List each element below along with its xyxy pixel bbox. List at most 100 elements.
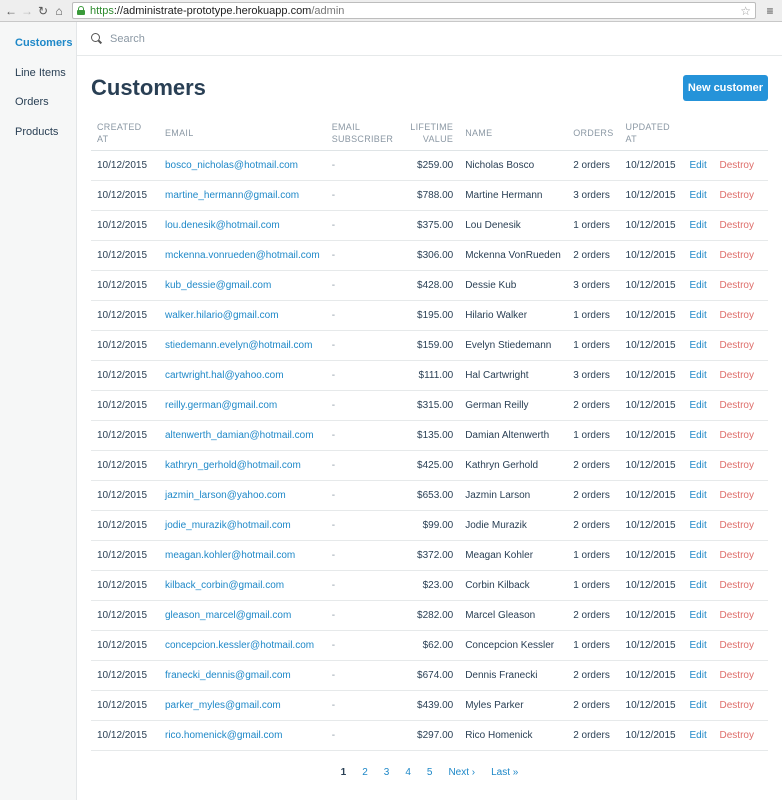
destroy-link[interactable]: Destroy [720, 460, 754, 471]
destroy-link[interactable]: Destroy [720, 550, 754, 561]
edit-link[interactable]: Edit [690, 220, 707, 231]
email-link[interactable]: altenwerth_damian@hotmail.com [165, 430, 314, 441]
destroy-link[interactable]: Destroy [720, 190, 754, 201]
page-link-3[interactable]: 3 [384, 767, 390, 778]
destroy-link[interactable]: Destroy [720, 490, 754, 501]
table-row[interactable]: 10/12/2015 gleason_marcel@gmail.com - $282.… [91, 600, 768, 631]
destroy-link[interactable]: Destroy [720, 430, 754, 441]
reload-icon[interactable]: ↻ [36, 4, 50, 18]
edit-link[interactable]: Edit [690, 580, 707, 591]
bookmark-star-icon[interactable]: ☆ [740, 4, 751, 18]
table-row[interactable]: 10/12/2015 cartwright.hal@yahoo.com - $111.… [91, 360, 768, 391]
email-link[interactable]: stiedemann.evelyn@hotmail.com [165, 340, 312, 351]
edit-link[interactable]: Edit [690, 430, 707, 441]
page-link-2[interactable]: 2 [362, 767, 368, 778]
email-link[interactable]: meagan.kohler@hotmail.com [165, 550, 295, 561]
home-icon[interactable]: ⌂ [52, 4, 66, 18]
email-link[interactable]: rico.homenick@gmail.com [165, 730, 282, 741]
column-header-lifetime-value[interactable]: LIFETIME VALUE [399, 116, 460, 151]
destroy-link[interactable]: Destroy [720, 640, 754, 651]
email-link[interactable]: parker_myles@gmail.com [165, 700, 281, 711]
table-row[interactable]: 10/12/2015 meagan.kohler@hotmail.com - $372… [91, 540, 768, 571]
edit-link[interactable]: Edit [690, 730, 707, 741]
edit-link[interactable]: Edit [690, 490, 707, 501]
table-row[interactable]: 10/12/2015 kathryn_gerhold@hotmail.com - $4… [91, 450, 768, 481]
destroy-link[interactable]: Destroy [720, 370, 754, 381]
destroy-link[interactable]: Destroy [720, 310, 754, 321]
destroy-link[interactable]: Destroy [720, 520, 754, 531]
sidebar-item-orders[interactable]: Orders [0, 95, 76, 125]
email-link[interactable]: concepcion.kessler@hotmail.com [165, 640, 314, 651]
sidebar-item-customers[interactable]: Customers [0, 36, 76, 66]
destroy-link[interactable]: Destroy [720, 580, 754, 591]
table-row[interactable]: 10/12/2015 jodie_murazik@hotmail.com - $99.… [91, 510, 768, 541]
address-bar[interactable]: https://administrate-prototype.herokuapp… [72, 2, 756, 19]
destroy-link[interactable]: Destroy [720, 400, 754, 411]
table-row[interactable]: 10/12/2015 stiedemann.evelyn@hotmail.com -… [91, 330, 768, 361]
edit-link[interactable]: Edit [690, 310, 707, 321]
email-link[interactable]: bosco_nicholas@hotmail.com [165, 160, 298, 171]
column-header-email[interactable]: EMAIL [159, 116, 326, 151]
sidebar-item-line-items[interactable]: Line Items [0, 66, 76, 96]
column-header-created-at[interactable]: CREATED AT [91, 116, 159, 151]
destroy-link[interactable]: Destroy [720, 670, 754, 681]
sidebar-item-products[interactable]: Products [0, 125, 76, 155]
destroy-link[interactable]: Destroy [720, 340, 754, 351]
edit-link[interactable]: Edit [690, 610, 707, 621]
page-link-5[interactable]: 5 [427, 767, 433, 778]
edit-link[interactable]: Edit [690, 670, 707, 681]
page-link-4[interactable]: 4 [405, 767, 411, 778]
next-page-link[interactable]: Next › [448, 767, 475, 778]
email-link[interactable]: lou.denesik@hotmail.com [165, 220, 280, 231]
table-row[interactable]: 10/12/2015 kilback_corbin@gmail.com - $23.0… [91, 570, 768, 601]
email-link[interactable]: gleason_marcel@gmail.com [165, 610, 291, 621]
forward-arrow-icon[interactable]: → [20, 4, 34, 18]
table-row[interactable]: 10/12/2015 lou.denesik@hotmail.com - $375.0… [91, 210, 768, 241]
edit-link[interactable]: Edit [690, 370, 707, 381]
table-row[interactable]: 10/12/2015 rico.homenick@gmail.com - $297.0… [91, 720, 768, 751]
table-row[interactable]: 10/12/2015 altenwerth_damian@hotmail.com -… [91, 420, 768, 451]
email-link[interactable]: cartwright.hal@yahoo.com [165, 370, 284, 381]
table-row[interactable]: 10/12/2015 mckenna.vonrueden@hotmail.com -… [91, 240, 768, 271]
edit-link[interactable]: Edit [690, 460, 707, 471]
edit-link[interactable]: Edit [690, 190, 707, 201]
email-link[interactable]: jodie_murazik@hotmail.com [165, 520, 291, 531]
table-row[interactable]: 10/12/2015 walker.hilario@gmail.com - $195.… [91, 300, 768, 331]
table-row[interactable]: 10/12/2015 bosco_nicholas@hotmail.com - $25… [91, 150, 768, 181]
email-link[interactable]: franecki_dennis@gmail.com [165, 670, 291, 681]
column-header-name[interactable]: NAME [459, 116, 568, 151]
column-header-updated-at[interactable]: UPDATED AT [619, 116, 684, 151]
email-link[interactable]: kathryn_gerhold@hotmail.com [165, 460, 301, 471]
email-link[interactable]: martine_hermann@gmail.com [165, 190, 299, 201]
table-row[interactable]: 10/12/2015 franecki_dennis@gmail.com - $674… [91, 660, 768, 691]
email-link[interactable]: reilly.german@gmail.com [165, 400, 277, 411]
destroy-link[interactable]: Destroy [720, 610, 754, 621]
destroy-link[interactable]: Destroy [720, 160, 754, 171]
email-link[interactable]: kub_dessie@gmail.com [165, 280, 271, 291]
table-row[interactable]: 10/12/2015 jazmin_larson@yahoo.com - $653.0… [91, 480, 768, 511]
new-customer-button[interactable]: New customer [683, 75, 768, 101]
table-row[interactable]: 10/12/2015 parker_myles@gmail.com - $439.00… [91, 690, 768, 721]
column-header-orders[interactable]: ORDERS [567, 116, 620, 151]
edit-link[interactable]: Edit [690, 340, 707, 351]
last-page-link[interactable]: Last » [491, 767, 518, 778]
destroy-link[interactable]: Destroy [720, 250, 754, 261]
table-row[interactable]: 10/12/2015 concepcion.kessler@hotmail.com… [91, 630, 768, 661]
table-row[interactable]: 10/12/2015 martine_hermann@gmail.com - $788… [91, 180, 768, 211]
destroy-link[interactable]: Destroy [720, 730, 754, 741]
column-header-email-subscriber[interactable]: EMAIL SUBSCRIBER [325, 116, 400, 151]
email-link[interactable]: walker.hilario@gmail.com [165, 310, 279, 321]
destroy-link[interactable]: Destroy [720, 220, 754, 231]
edit-link[interactable]: Edit [690, 280, 707, 291]
email-link[interactable]: kilback_corbin@gmail.com [165, 580, 284, 591]
email-link[interactable]: jazmin_larson@yahoo.com [165, 490, 286, 501]
menu-icon[interactable]: ≡ [762, 4, 778, 18]
table-row[interactable]: 10/12/2015 reilly.german@gmail.com - $315.0… [91, 390, 768, 421]
edit-link[interactable]: Edit [690, 250, 707, 261]
destroy-link[interactable]: Destroy [720, 280, 754, 291]
edit-link[interactable]: Edit [690, 700, 707, 711]
edit-link[interactable]: Edit [690, 400, 707, 411]
search-input[interactable] [110, 32, 410, 45]
edit-link[interactable]: Edit [690, 520, 707, 531]
edit-link[interactable]: Edit [690, 550, 707, 561]
